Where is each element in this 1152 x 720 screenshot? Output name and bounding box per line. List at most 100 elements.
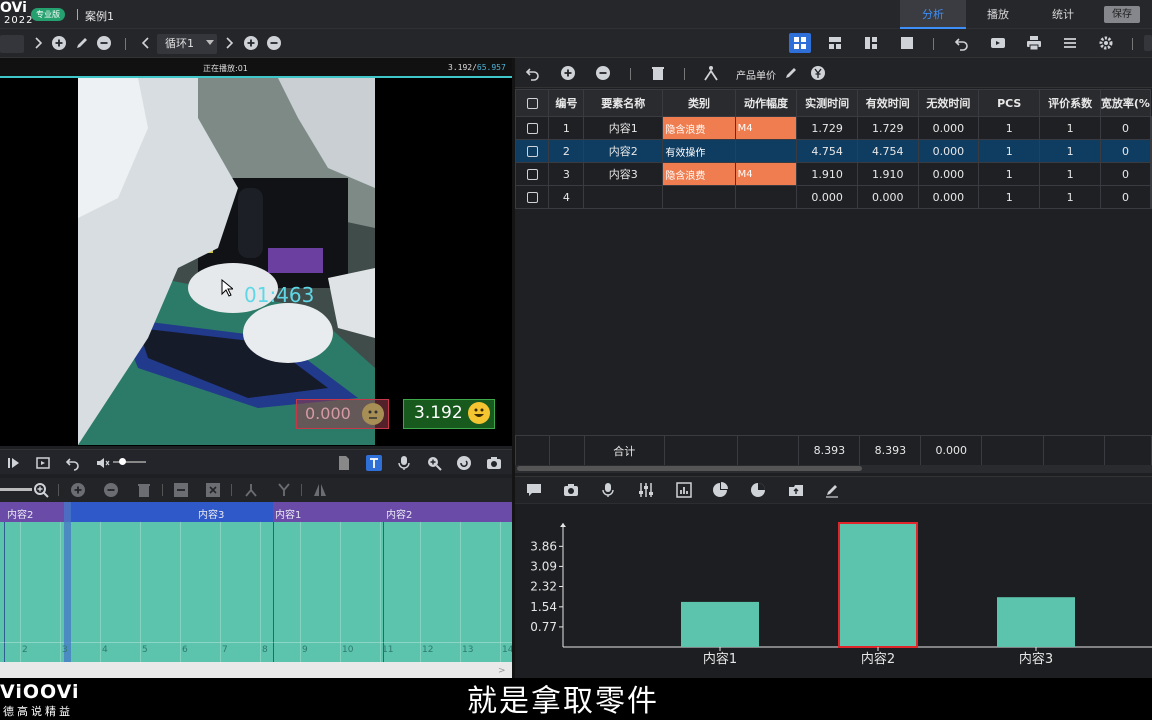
column-header[interactable]: 编号 (548, 89, 585, 117)
element-select-dropdown[interactable] (0, 35, 24, 53)
remove-row-icon[interactable] (595, 65, 611, 81)
pcs-cell[interactable]: 1 (978, 185, 1041, 209)
row-checkbox[interactable] (526, 192, 538, 203)
column-header[interactable]: PCS (978, 89, 1041, 117)
text-mode-icon[interactable] (366, 455, 382, 471)
split-icon[interactable] (243, 482, 259, 498)
pcs-cell[interactable]: 1 (978, 162, 1041, 186)
operator-icon[interactable] (703, 65, 719, 81)
measured-time[interactable]: 4.754 (796, 139, 858, 163)
chevron-left-icon[interactable] (138, 35, 154, 51)
row-select-cell[interactable] (514, 162, 550, 186)
segment-boundary[interactable] (273, 522, 274, 662)
save-button[interactable]: 保存 (1104, 6, 1140, 23)
row-checkbox[interactable] (526, 169, 538, 180)
volume-slider[interactable] (113, 461, 146, 463)
timeline-segment-label[interactable]: 内容1 (275, 506, 301, 521)
back-icon[interactable] (65, 455, 81, 471)
row-checkbox[interactable] (526, 123, 538, 134)
zoom-in-icon[interactable] (33, 482, 49, 498)
timeline-track[interactable] (0, 522, 512, 662)
category-cell[interactable]: 隐含浪费 (662, 116, 736, 140)
segment-boundary[interactable] (383, 522, 384, 662)
table-row[interactable]: 2 内容2 有效操作 4.754 4.754 0.000 1 1 0 (514, 139, 1152, 163)
allowance-cell[interactable]: 0 (1099, 116, 1152, 140)
comment-icon[interactable] (526, 482, 542, 498)
menu-list-icon[interactable] (1062, 35, 1078, 51)
table-row[interactable]: 4 0.000 0.000 0.000 1 1 0 (514, 185, 1152, 209)
timeline-segment-label[interactable]: 内容2 (386, 506, 412, 521)
trash-icon[interactable] (650, 65, 666, 81)
table-scrollbar-thumb[interactable] (517, 466, 862, 471)
video-export-icon[interactable] (990, 35, 1006, 51)
minus-box-icon[interactable] (173, 482, 189, 498)
allowance-cell[interactable]: 0 (1099, 185, 1152, 209)
table-row[interactable]: 3 内容3 隐含浪费 M4 1.910 1.910 0.000 1 1 0 (514, 162, 1152, 186)
invalid-time[interactable]: 0.000 (917, 185, 980, 209)
volume-knob[interactable] (119, 458, 126, 465)
pcs-cell[interactable]: 1 (978, 116, 1041, 140)
print-icon[interactable] (1026, 35, 1042, 51)
loop-frame-icon[interactable] (35, 455, 51, 471)
column-header[interactable]: 评价系数 (1039, 89, 1101, 117)
amplitude-cell[interactable]: M4 (734, 162, 798, 186)
element-name[interactable]: 内容2 (583, 139, 664, 163)
valid-time[interactable]: 0.000 (856, 185, 919, 209)
chevron-right-icon[interactable] (221, 35, 237, 51)
row-number[interactable]: 4 (548, 185, 585, 209)
add-row-icon[interactable] (560, 65, 576, 81)
invalid-time[interactable]: 0.000 (917, 139, 980, 163)
segment-boundary[interactable] (4, 522, 5, 662)
amplitude-cell[interactable] (734, 139, 798, 163)
row-number[interactable]: 1 (548, 116, 585, 140)
coefficient-cell[interactable]: 1 (1039, 185, 1101, 209)
row-number[interactable]: 2 (548, 139, 585, 163)
column-header[interactable]: 动作幅度 (734, 89, 798, 117)
category-cell[interactable]: 有效操作 (662, 139, 736, 163)
category-cell[interactable] (662, 185, 736, 209)
coefficient-cell[interactable]: 1 (1039, 116, 1101, 140)
microphone-icon[interactable] (396, 455, 412, 471)
column-header[interactable]: 要素名称 (583, 89, 664, 117)
timeline-scrollbar[interactable] (0, 662, 512, 678)
add-circle-icon[interactable] (51, 35, 67, 51)
equalizer-icon[interactable] (638, 482, 654, 498)
undo-icon[interactable] (954, 35, 970, 51)
column-header[interactable]: 无效时间 (917, 89, 980, 117)
add-loop-icon[interactable] (243, 35, 259, 51)
element-name[interactable]: 内容1 (583, 116, 664, 140)
tab-stats[interactable]: 统计 (1030, 0, 1096, 29)
invalid-time[interactable]: 0.000 (917, 162, 980, 186)
timeline-segment-blue[interactable] (70, 502, 273, 522)
close-box-icon[interactable] (205, 482, 221, 498)
row-select-cell[interactable] (514, 185, 550, 209)
gear-icon[interactable] (1098, 35, 1114, 51)
timeline-segment-label[interactable]: 内容3 (198, 506, 224, 521)
element-name[interactable] (583, 185, 664, 209)
valid-time[interactable]: 4.754 (856, 139, 919, 163)
row-select-cell[interactable] (514, 116, 550, 140)
allowance-cell[interactable]: 0 (1099, 162, 1152, 186)
tab-play[interactable]: 播放 (966, 0, 1030, 29)
export-icon[interactable] (788, 482, 804, 498)
select-all-checkbox[interactable] (526, 98, 538, 109)
pcs-cell[interactable]: 1 (978, 139, 1041, 163)
timeline-segment-label[interactable]: 内容2 (7, 506, 33, 521)
measured-time[interactable]: 0.000 (796, 185, 858, 209)
coefficient-cell[interactable]: 1 (1039, 139, 1101, 163)
microphone-icon[interactable] (600, 482, 616, 498)
coefficient-cell[interactable]: 1 (1039, 162, 1101, 186)
row-select-cell[interactable] (514, 139, 550, 163)
table-row[interactable]: 1 内容1 隐含浪费 M4 1.729 1.729 0.000 1 1 0 (514, 116, 1152, 140)
layout-single-icon[interactable] (899, 35, 915, 51)
row-number[interactable]: 3 (548, 162, 585, 186)
amplitude-cell[interactable]: M4 (734, 116, 798, 140)
document-icon[interactable] (336, 455, 352, 471)
measured-time[interactable]: 1.910 (796, 162, 858, 186)
bar-chart-icon[interactable] (676, 482, 692, 498)
more-button[interactable] (1144, 35, 1152, 51)
camera-icon[interactable] (486, 455, 502, 471)
zoom-in-icon[interactable] (426, 455, 442, 471)
valid-time[interactable]: 1.910 (856, 162, 919, 186)
remove-circle-icon[interactable] (96, 35, 112, 51)
